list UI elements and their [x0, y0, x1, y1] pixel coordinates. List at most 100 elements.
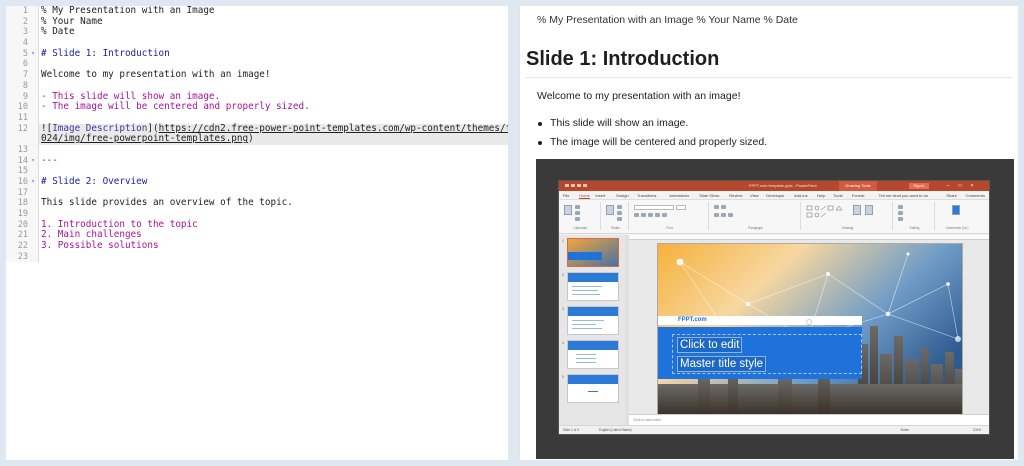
slide-thumbnail: [567, 238, 619, 267]
code-text: ---: [41, 154, 58, 166]
code-line[interactable]: 7 Welcome to my presentation with an imag…: [23, 69, 508, 81]
ribbon-group-label: Comments (Int.): [945, 226, 969, 230]
link-part-link-end: ): [248, 133, 254, 145]
ppt-tab-help: Help: [817, 193, 826, 198]
comment-icon: [952, 205, 960, 215]
code-area[interactable]: 1% My Presentation with an Image 2% Your …: [18, 6, 508, 262]
line-number: 1: [22, 6, 28, 16]
code-line[interactable]: 22 3. Possible solutions: [18, 240, 508, 252]
code-editor[interactable]: 1% My Presentation with an Image 2% Your …: [6, 6, 508, 262]
code-line[interactable]: 16 ▾ # Slide 2: Overview: [18, 176, 508, 188]
ppt-tab-developer: Developer: [766, 193, 785, 198]
line-number: 9: [22, 91, 28, 102]
ribbon-group-editing: Editing: [895, 202, 935, 230]
code-text: # Slide 2: Overview: [41, 176, 148, 187]
font-size-box: [676, 205, 686, 210]
bold-icon: [634, 213, 639, 217]
strike-icon: [655, 213, 660, 217]
ppt-ribbon-tabs: File Home Insert Design Transitions Animation…: [559, 191, 989, 200]
ppt-window-title: FPPT.com template.pptx - PowerPoint: [749, 183, 817, 188]
ribbon-group-clipboard: Clipboard: [561, 202, 601, 230]
ppt-tab-design: Design: [616, 193, 629, 198]
ribbon-group-font: Font: [631, 202, 709, 230]
fold-arrow-icon[interactable]: ▾: [29, 49, 37, 60]
code-line[interactable]: 10 - The image will be centered and prope…: [18, 101, 508, 113]
markdown-editor-pane: 1% My Presentation with an Image 2% Your …: [6, 6, 508, 460]
link-part-link-text: Image Description: [52, 122, 148, 134]
markdown-image-link-wrap: 024/img/free-powerpoint-templates.png): [41, 133, 254, 145]
ppt-tab-review: Review: [729, 193, 743, 198]
slide-thumbnail: [567, 306, 619, 335]
italic-icon: [641, 213, 646, 217]
line-number: 20: [17, 219, 28, 230]
ppt-tab-transitions: Transitions: [637, 193, 657, 198]
ribbon-group-paragraph: Paragraph: [711, 202, 801, 230]
line-number: 3: [22, 27, 28, 38]
ribbon-group-drawing: Drawing: [803, 202, 893, 230]
numbering-icon: [721, 205, 726, 209]
thumb-number: 2: [562, 273, 564, 277]
line-number: 18: [17, 198, 28, 209]
thumb-number: 3: [562, 307, 564, 311]
notes-pane: Click to add notes: [629, 414, 989, 425]
preview-heading: Slide 1: Introduction: [526, 48, 720, 70]
link-part-url-b: 024/img/free-powerpoint-templates.png: [41, 133, 249, 145]
ruler: [629, 235, 989, 240]
line-number: 22: [17, 241, 28, 252]
find-icon: [898, 205, 903, 209]
ppt-tab-animations: Animations: [669, 193, 690, 198]
ribbon-group-comments: Comments (Int.): [937, 202, 977, 230]
maximize-icon: □: [958, 183, 962, 189]
code-text: % Date: [41, 26, 75, 38]
line-number: 17: [17, 187, 28, 198]
code-line[interactable]: 8: [23, 81, 508, 92]
ribbon-group-label: Paragraph: [748, 226, 763, 230]
code-line[interactable]: 14 ▾ ---: [18, 154, 508, 167]
comments-button: Comments: [965, 193, 985, 198]
section-icon: [617, 217, 622, 221]
code-line[interactable]: 23: [18, 252, 508, 262]
code-line[interactable]: 13: [18, 145, 508, 156]
slide-preview: FPPT.com Click to edit Master title styl…: [657, 243, 963, 415]
slide-thumbnail: [567, 272, 619, 301]
layout-icon: [617, 205, 622, 209]
sign-in-button: Sign in: [909, 183, 929, 189]
ribbon-group-label: Editing: [909, 226, 920, 230]
close-icon: ×: [970, 183, 974, 189]
shapes-gallery-icon: [806, 205, 843, 218]
code-line[interactable]: 2% Your Name: [23, 16, 508, 28]
line-number: 12: [17, 123, 28, 134]
code-line[interactable]: 024/img/free-powerpoint-templates.png): [39, 133, 508, 145]
fold-arrow-icon[interactable]: ▾: [29, 156, 37, 167]
preview-meta-line: % My Presentation with an Image % Your N…: [537, 14, 798, 26]
code-line[interactable]: 5 ▾ # Slide 1: Introduction: [23, 48, 508, 60]
ppt-tab-home: Home: [579, 193, 590, 199]
slide-thumbnail: [567, 340, 619, 369]
powerpoint-window: FPPT.com template.pptx - PowerPoint Draw…: [558, 180, 990, 435]
code-text: Welcome to my presentation with an image…: [41, 69, 271, 81]
status-notes: Notes: [900, 428, 909, 432]
new-slide-icon: [606, 205, 614, 215]
format-painter-icon: [575, 217, 580, 221]
thumb-number: 1: [562, 239, 564, 243]
tell-me-search: Tell me what you want to do: [878, 193, 928, 198]
fold-arrow-icon[interactable]: ▾: [29, 177, 37, 188]
ribbon-group-label: Font: [666, 226, 673, 230]
rotate-handle-icon: [806, 319, 812, 325]
code-line[interactable]: 3 % Date: [23, 26, 508, 38]
font-color-icon: [662, 213, 667, 217]
font-name-box: [634, 205, 674, 210]
preview-paragraph: Welcome to my presentation with an image…: [537, 90, 741, 102]
ribbon-group-label: Slides: [611, 226, 620, 230]
drawing-tools-label: Drawing Tools: [839, 181, 877, 191]
ppt-tab-tools: Tools: [833, 193, 843, 198]
line-number: 2: [22, 16, 28, 27]
code-line[interactable]: 1% My Presentation with an Image: [23, 6, 508, 17]
slide-title-line-2: Master title style: [677, 356, 767, 372]
ppt-tab-slide-show: Slide Show: [699, 193, 720, 198]
notes-placeholder: Click to add notes: [633, 418, 661, 422]
heading-divider: [526, 77, 1012, 78]
editor-empty-area: [6, 262, 508, 460]
line-number: 23: [17, 251, 28, 262]
code-line[interactable]: 18 This slide provides an overview of the…: [18, 198, 508, 209]
